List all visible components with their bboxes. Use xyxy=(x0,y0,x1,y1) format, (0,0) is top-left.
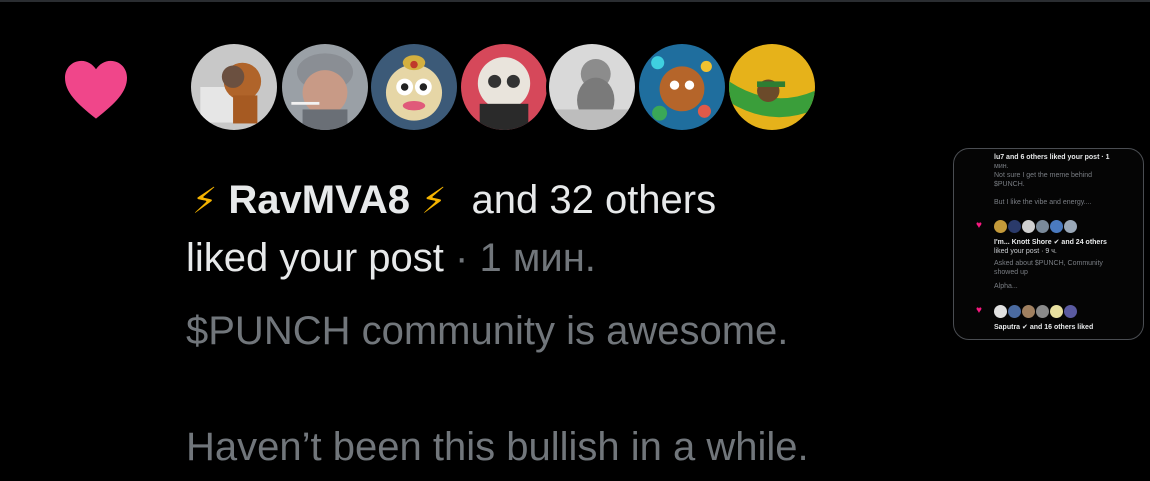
separator-dot: · xyxy=(455,236,469,280)
timestamp: 1 мин. xyxy=(479,236,596,280)
notifications-thumbnail[interactable]: lu7 and 6 others liked your post · 1 мин… xyxy=(953,148,1144,340)
thumb-line-1: lu7 and 6 others liked your post · 1 xyxy=(994,154,1110,161)
thumb-line-5: But I like the vibe and energy.... xyxy=(994,199,1092,206)
username-link[interactable]: RavMVA8 xyxy=(228,178,410,222)
heart-icon xyxy=(65,60,127,119)
thumb-avatar xyxy=(1064,220,1077,233)
others-link[interactable]: and 32 others xyxy=(471,178,716,222)
avatar-5[interactable] xyxy=(546,41,638,133)
thumb-avatar xyxy=(1036,220,1049,233)
thumb-heart-icon-2: ♥ xyxy=(976,305,982,316)
top-divider xyxy=(0,0,1150,2)
avatar-1[interactable] xyxy=(188,41,280,133)
thumb-avatar xyxy=(994,220,1007,233)
thumb-line-9: showed up xyxy=(994,269,1028,276)
thumb-avatar xyxy=(1022,220,1035,233)
thumb-line-6: I'm... Knott Shore ✔ and 24 others xyxy=(994,239,1107,246)
post-text-line-1[interactable]: $PUNCH community is awesome. xyxy=(186,307,788,355)
thumb-avatar xyxy=(1064,305,1077,318)
thumb-avatar xyxy=(1036,305,1049,318)
thumb-avatar xyxy=(1008,305,1021,318)
thumb-line-10: Alpha... xyxy=(994,283,1018,290)
thumb-avatar xyxy=(1008,220,1021,233)
lightning-left-icon: ⚡ xyxy=(192,180,218,221)
avatar-2[interactable] xyxy=(279,41,371,133)
thumb-line-8: Asked about $PUNCH, Community xyxy=(994,260,1103,267)
action-line: liked your post · 1 мин. xyxy=(186,234,596,282)
thumb-line-2: мин. xyxy=(994,163,1009,170)
thumb-avatar xyxy=(1050,305,1063,318)
thumb-line-3: Not sure I get the meme behind xyxy=(994,172,1093,179)
action-text: liked your post xyxy=(186,236,444,280)
thumb-line-4: $PUNCH. xyxy=(994,181,1025,188)
thumb-heart-icon-1: ♥ xyxy=(976,220,982,231)
avatar-3[interactable] xyxy=(368,41,460,133)
likers-line: ⚡ RavMVA8 ⚡ and 32 others xyxy=(192,176,716,225)
avatar-6[interactable] xyxy=(636,41,728,133)
post-text-line-2[interactable]: Haven’t been this bullish in a while. xyxy=(186,423,809,471)
thumb-line-7: liked your post · 9 ч. xyxy=(994,248,1057,255)
lightning-right-icon: ⚡ xyxy=(421,180,447,221)
avatar-4[interactable] xyxy=(458,41,550,133)
thumb-avatar xyxy=(1022,305,1035,318)
thumb-line-11: Saputra ✔ and 16 others liked xyxy=(994,324,1094,331)
thumb-avatar xyxy=(994,305,1007,318)
avatar-7[interactable] xyxy=(726,41,818,133)
thumb-avatar xyxy=(1050,220,1063,233)
